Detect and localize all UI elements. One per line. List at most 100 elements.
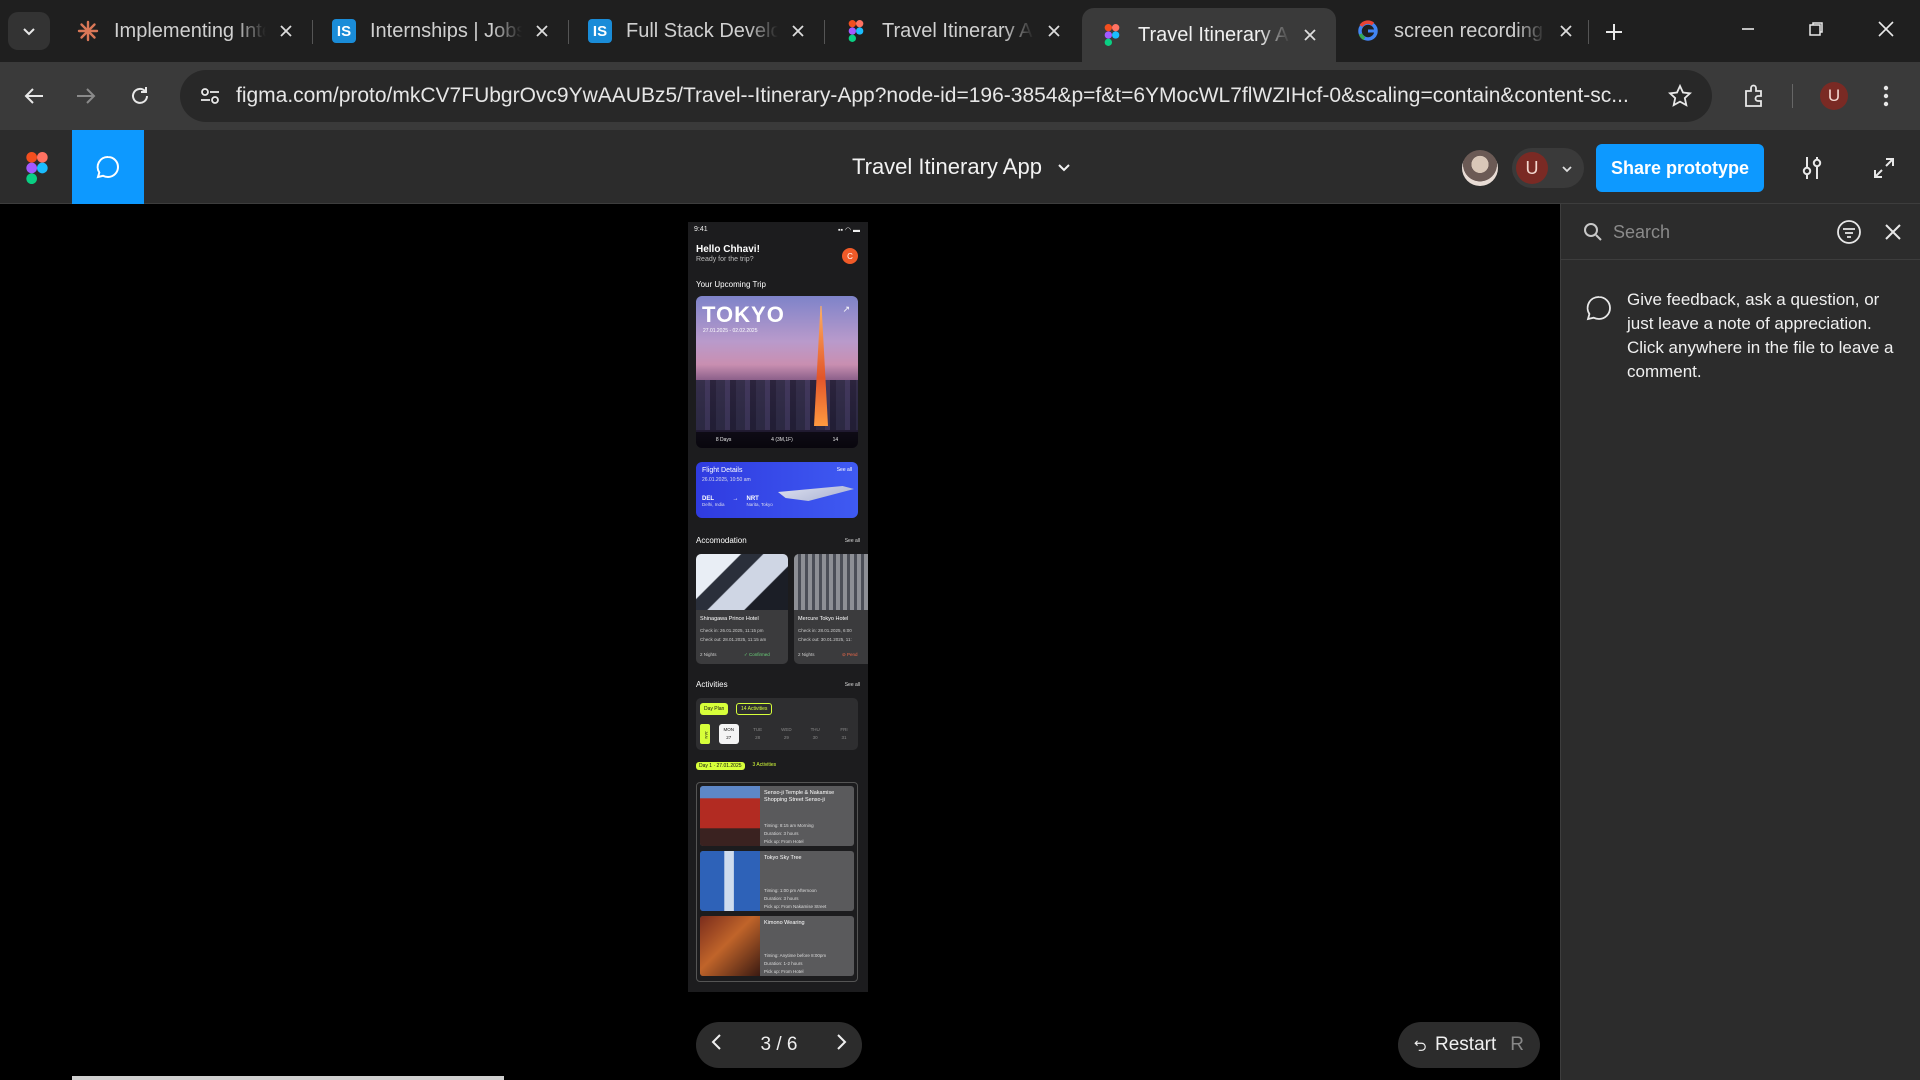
minimize-icon (1742, 28, 1754, 30)
status-bar: 9:41 ▪▪ ◠ ▬ (694, 226, 860, 234)
close-icon[interactable] (274, 19, 298, 43)
restore-button[interactable] (1782, 0, 1850, 58)
address-bar[interactable]: figma.com/proto/mkCV7FUbgrOvc9YwAAUBz5/T… (180, 70, 1712, 122)
close-panel-icon[interactable] (1879, 218, 1907, 246)
hotel-card[interactable]: Mercure Tokyo Hotel Check in: 28.01.2025… (794, 554, 868, 664)
hotel-dates: Check in: 26.01.2025, 11:15 pm Check out:… (700, 628, 767, 642)
close-icon[interactable] (786, 19, 810, 43)
activities-see-all-link[interactable]: See all (845, 682, 860, 688)
forward-button[interactable] (66, 76, 106, 116)
hotel-nights: 2 Nights (798, 652, 815, 657)
status-time: 9:41 (694, 226, 708, 233)
fullscreen-icon[interactable] (1868, 152, 1900, 184)
figma-prototype-toolbar: Travel Itinerary App U Share prototype (0, 130, 1920, 204)
comments-search-bar (1561, 204, 1920, 260)
chevron-left-icon (711, 1034, 721, 1050)
hotel-name: Mercure Tokyo Hotel (798, 616, 849, 622)
tab-search-button[interactable] (8, 12, 50, 50)
plus-icon (1606, 24, 1622, 40)
tokyo-tower-image (814, 306, 828, 426)
figma-logo-icon[interactable] (22, 152, 52, 184)
day-plan-tab[interactable]: Day Plan (700, 703, 729, 715)
reload-button[interactable] (120, 76, 160, 116)
trip-dates: 27.01.2025 - 02.02.2025 (703, 328, 758, 334)
browser-tab[interactable]: Implementing Inte (58, 8, 312, 54)
previous-frame-button[interactable] (710, 1033, 724, 1057)
restart-button[interactable]: Restart R (1398, 1022, 1540, 1068)
accommodation-title: Accomodation (696, 536, 747, 545)
comment-mode-button[interactable] (72, 130, 144, 204)
arrow-right-icon (77, 88, 96, 104)
day-summary: Day 1 · 27.01.2025 3 Activities (696, 762, 776, 770)
close-icon[interactable] (1554, 19, 1578, 43)
bookmark-star-icon[interactable] (1666, 82, 1694, 110)
profile-avatar[interactable]: U (1820, 82, 1848, 110)
prototype-frame[interactable]: 9:41 ▪▪ ◠ ▬ Hello Chhavi! Ready for the … (688, 222, 868, 992)
back-button[interactable] (14, 76, 54, 116)
hotel-image (794, 554, 868, 610)
url-text[interactable]: figma.com/proto/mkCV7FUbgrOvc9YwAAUBz5/T… (236, 84, 1636, 108)
hotel-status: ⊘ Pend (842, 652, 858, 657)
close-icon[interactable] (1042, 19, 1066, 43)
internshala-icon: IS (332, 19, 356, 43)
day-option[interactable]: THU 30 (805, 724, 825, 744)
viewer-avatar[interactable] (1462, 150, 1498, 186)
activity-card[interactable]: Kimono Wearing Timing: Anytime before 8:… (700, 916, 854, 976)
site-settings-icon[interactable] (194, 80, 226, 112)
day-option[interactable]: MON 27 (718, 724, 739, 744)
profile-avatar[interactable]: C (842, 248, 858, 264)
search-icon (1584, 223, 1602, 241)
day-option[interactable]: WED 29 (776, 724, 796, 744)
trip-card[interactable]: TOKYO 27.01.2025 - 02.02.2025 ↗ 8 Days 4… (696, 296, 858, 448)
comment-bubble-icon (96, 155, 119, 179)
close-icon[interactable] (1298, 23, 1322, 47)
day-option[interactable]: TUE 28 (748, 724, 768, 744)
browser-toolbar: figma.com/proto/mkCV7FUbgrOvc9YwAAUBz5/T… (0, 62, 1920, 130)
user-menu[interactable]: U (1512, 148, 1584, 188)
next-frame-button[interactable] (834, 1033, 848, 1057)
comments-search-input[interactable] (1613, 218, 1813, 246)
prototype-title-dropdown[interactable]: Travel Itinerary App (852, 154, 1072, 180)
activities-count-tab[interactable]: 14 Activities (736, 703, 773, 715)
day-option[interactable]: FRI 31 (834, 724, 854, 744)
arrow-up-right-icon[interactable]: ↗ (842, 304, 850, 315)
activity-card[interactable]: Senso-ji Temple & Nakamise Shopping Stre… (700, 786, 854, 846)
activities-title: Activities (696, 680, 728, 689)
greeting-title: Hello Chhavi! (696, 244, 760, 255)
activity-card[interactable]: Tokyo Sky Tree Timing: 1:00 pm Afternoon… (700, 851, 854, 911)
figma-icon (1100, 23, 1124, 47)
share-prototype-button[interactable]: Share prototype (1596, 144, 1764, 192)
browser-tab[interactable]: IS Full Stack Develop (570, 8, 824, 54)
minimize-button[interactable] (1714, 0, 1782, 58)
browser-tab[interactable]: screen recording i (1338, 8, 1592, 54)
arrow-left-icon (24, 88, 43, 104)
airplane-image (778, 486, 854, 501)
prototype-canvas[interactable]: 9:41 ▪▪ ◠ ▬ Hello Chhavi! Ready for the … (0, 204, 1560, 1080)
google-icon (1356, 19, 1380, 43)
activity-image (700, 851, 760, 911)
browser-menu-button[interactable] (1866, 76, 1906, 116)
progress-underline (72, 1076, 504, 1080)
flight-see-all-link[interactable]: See all (837, 467, 852, 473)
flight-details-card[interactable]: Flight Details See all 26.01.2025, 10:50… (696, 462, 858, 518)
browser-tab-active[interactable]: Travel Itinerary Ap (1082, 8, 1336, 62)
activity-name: Kimono Wearing (764, 920, 805, 926)
hotel-name: Shinagawa Prince Hotel (700, 616, 759, 622)
browser-tab-strip: Implementing Inte IS Internships | Jobs … (0, 0, 1920, 62)
extensions-button[interactable] (1734, 76, 1774, 116)
filter-icon[interactable] (1835, 218, 1863, 246)
new-tab-button[interactable] (1596, 14, 1632, 50)
activity-name: Senso-ji Temple & Nakamise Shopping Stre… (764, 790, 835, 803)
window-close-button[interactable] (1852, 0, 1920, 58)
accommodation-see-all-link[interactable]: See all (845, 538, 860, 544)
browser-tab[interactable]: IS Internships | Jobs | (314, 8, 568, 54)
browser-tab[interactable]: Travel Itinerary Ap (826, 8, 1080, 54)
hotel-card[interactable]: Shinagawa Prince Hotel Check in: 26.01.2… (696, 554, 788, 664)
claude-icon (76, 19, 100, 43)
hotel-status: ✓ Confirmed (744, 652, 770, 657)
hotel-image (696, 554, 788, 610)
prototype-settings-icon[interactable] (1796, 152, 1828, 184)
restart-shortcut: R (1510, 1034, 1524, 1055)
activities-list: Senso-ji Temple & Nakamise Shopping Stre… (696, 782, 858, 982)
close-icon[interactable] (530, 19, 554, 43)
